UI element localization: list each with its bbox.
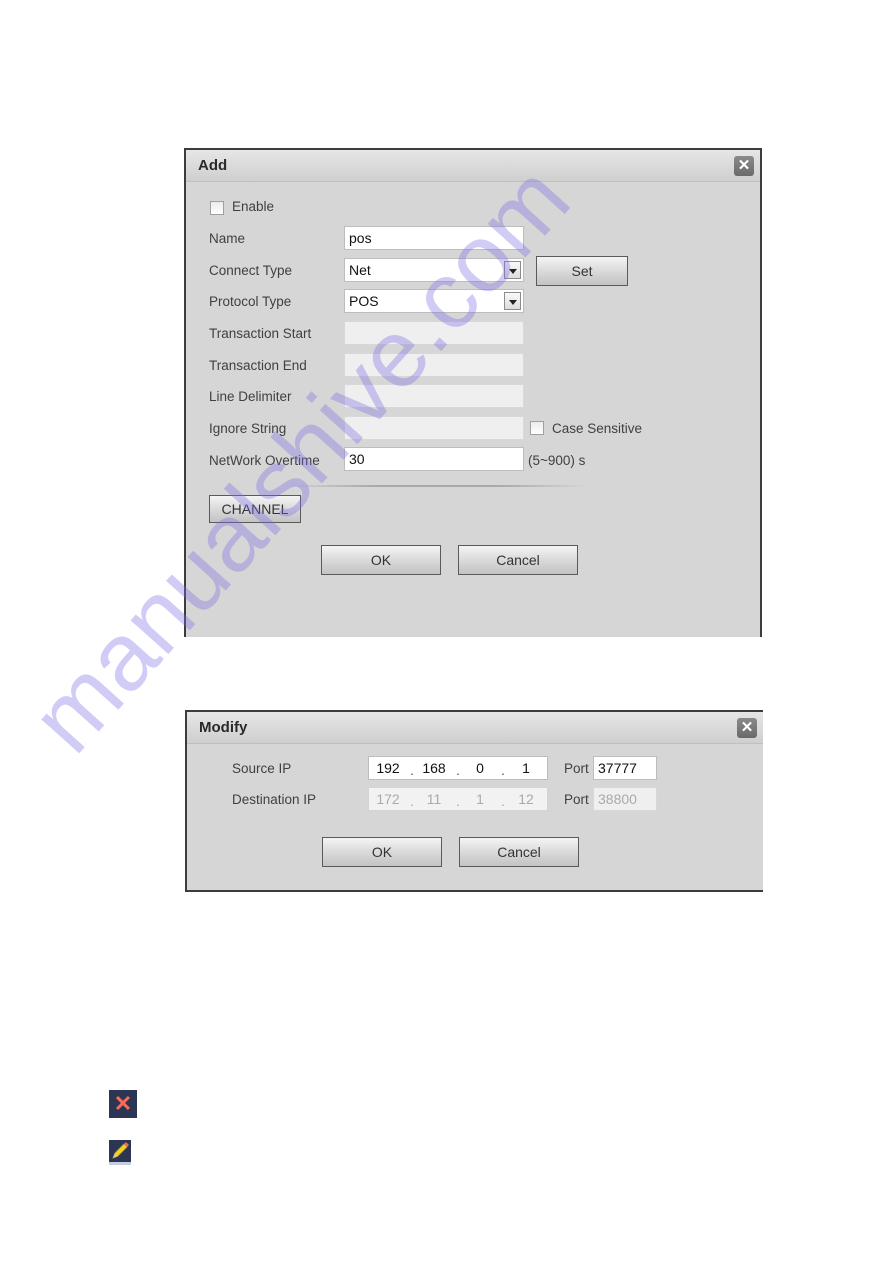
ok-button[interactable]: OK	[321, 545, 441, 575]
destination-ip-octet-4[interactable]: 12	[511, 791, 541, 807]
chevron-down-icon[interactable]	[504, 292, 521, 310]
close-icon[interactable]: ✕	[737, 718, 757, 738]
name-input[interactable]: pos	[344, 226, 524, 250]
channel-button[interactable]: CHANNEL	[209, 495, 301, 523]
ignore-string-label: Ignore String	[209, 421, 287, 436]
close-icon[interactable]: ✕	[734, 156, 754, 176]
protocol-type-select[interactable]: POS	[344, 289, 524, 313]
source-ip-octet-4[interactable]: 1	[511, 760, 541, 776]
modify-dialog-titlebar: Modify ✕	[187, 712, 763, 744]
line-delimiter-label: Line Delimiter	[209, 389, 292, 404]
enable-checkbox[interactable]	[210, 201, 224, 215]
modify-dialog: Modify ✕ Source IP 192 . 168 . 0 . 1 Por…	[185, 710, 763, 892]
source-ip-label: Source IP	[232, 761, 292, 776]
transaction-end-input[interactable]	[344, 353, 524, 377]
transaction-end-label: Transaction End	[209, 358, 307, 373]
name-label: Name	[209, 231, 246, 246]
enable-label: Enable	[232, 199, 275, 214]
destination-ip-octet-1[interactable]: 172	[373, 791, 403, 807]
case-sensitive-label: Case Sensitive	[552, 421, 643, 436]
ip-dot: .	[410, 762, 414, 778]
destination-ip-octet-3[interactable]: 1	[465, 791, 495, 807]
source-port-label: Port	[564, 761, 589, 776]
destination-port-label: Port	[564, 792, 589, 807]
destination-port-input[interactable]: 38800	[593, 787, 657, 811]
line-delimiter-input[interactable]	[344, 384, 524, 408]
transaction-start-input[interactable]	[344, 321, 524, 345]
source-ip-octet-2[interactable]: 168	[419, 760, 449, 776]
ip-dot: .	[456, 762, 460, 778]
edit-icon-underline	[109, 1162, 131, 1165]
source-ip-octet-3[interactable]: 0	[465, 760, 495, 776]
connect-type-value: Net	[349, 262, 371, 278]
cancel-button[interactable]: Cancel	[458, 545, 578, 575]
ignore-string-input[interactable]	[344, 416, 524, 440]
set-button[interactable]: Set	[536, 256, 628, 286]
ip-dot: .	[501, 793, 505, 809]
source-ip-input[interactable]: 192 . 168 . 0 . 1	[368, 756, 548, 780]
transaction-start-label: Transaction Start	[209, 326, 312, 341]
delete-icon: ✕	[109, 1090, 137, 1118]
network-overtime-unit: (5~900) s	[528, 453, 586, 468]
network-overtime-label: NetWork Overtime	[209, 453, 320, 468]
pencil-glyph	[112, 1142, 129, 1159]
add-dialog-titlebar: Add ✕	[186, 150, 760, 182]
connect-type-label: Connect Type	[209, 263, 293, 278]
ip-dot: .	[456, 793, 460, 809]
source-port-input[interactable]: 37777	[593, 756, 657, 780]
chevron-down-icon[interactable]	[504, 261, 521, 279]
destination-ip-octet-2[interactable]: 11	[419, 791, 449, 807]
protocol-type-label: Protocol Type	[209, 294, 292, 309]
connect-type-select[interactable]: Net	[344, 258, 524, 282]
ok-button[interactable]: OK	[322, 837, 442, 867]
separator	[286, 485, 586, 487]
cancel-button[interactable]: Cancel	[459, 837, 579, 867]
case-sensitive-checkbox[interactable]	[530, 421, 544, 435]
network-overtime-input[interactable]: 30	[344, 447, 524, 471]
ip-dot: .	[501, 762, 505, 778]
ip-dot: .	[410, 793, 414, 809]
add-dialog-title: Add	[198, 157, 228, 174]
destination-ip-label: Destination IP	[232, 792, 317, 807]
protocol-type-value: POS	[349, 293, 379, 309]
add-dialog: Add ✕ Enable Name pos Connect Type Net S…	[184, 148, 762, 637]
destination-ip-input[interactable]: 172 . 11 . 1 . 12	[368, 787, 548, 811]
modify-dialog-title: Modify	[199, 719, 248, 736]
source-ip-octet-1[interactable]: 192	[373, 760, 403, 776]
edit-pencil-icon	[109, 1140, 131, 1162]
